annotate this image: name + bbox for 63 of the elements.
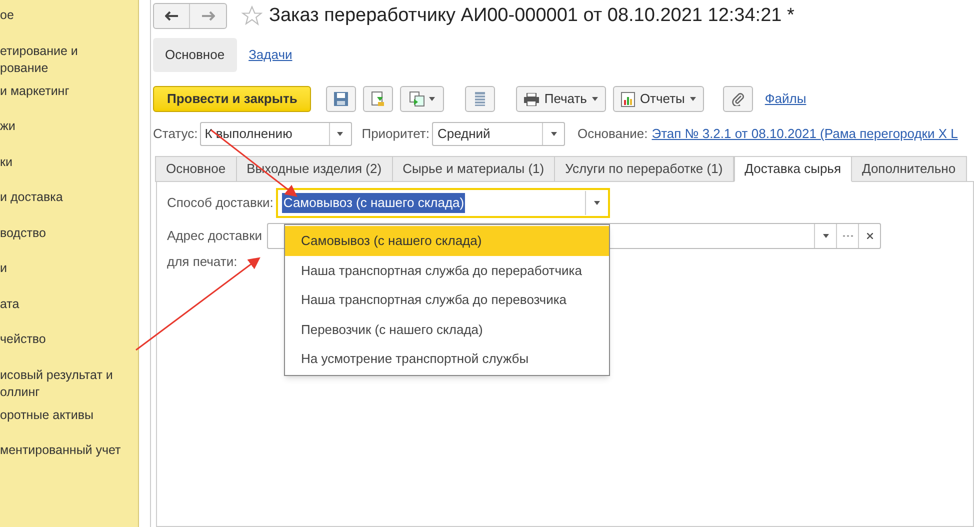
sidebar-item[interactable]: и доставка bbox=[0, 189, 63, 206]
sidebar-item[interactable]: етирование и рование bbox=[0, 42, 125, 76]
caret-icon bbox=[690, 97, 696, 101]
document-arrow-icon bbox=[370, 91, 386, 107]
sidebar-item[interactable]: и маркетинг bbox=[0, 82, 70, 100]
sidebar-item[interactable]: и bbox=[0, 260, 7, 277]
reports-button[interactable]: Отчеты bbox=[612, 86, 704, 112]
dropdown-option[interactable]: Наша транспортная служба до перевозчика bbox=[285, 285, 609, 314]
sidebar-item[interactable]: жи bbox=[0, 118, 16, 135]
status-field[interactable]: К выполнению bbox=[200, 122, 352, 146]
form-tab[interactable]: Основное bbox=[155, 156, 237, 182]
list-button[interactable] bbox=[465, 86, 496, 112]
sidebar-item[interactable]: ки bbox=[0, 154, 12, 170]
form-tab[interactable]: Дополнительно bbox=[851, 156, 967, 182]
attach-button[interactable] bbox=[722, 86, 753, 112]
sidebar-item[interactable]: ментированный учет bbox=[0, 442, 121, 459]
basis-link[interactable]: Этап № 3.2.1 от 08.10.2021 (Рама перегородки X L bbox=[652, 124, 958, 144]
field-label: Адрес доставки bbox=[167, 227, 262, 246]
form-tab[interactable]: Сырье и материалы (1) bbox=[392, 156, 556, 182]
list-icon bbox=[474, 91, 486, 107]
window-title: Заказ переработчику АИ00-000001 от 08.10.2021 12:34:21 * bbox=[269, 4, 794, 28]
field-label: Способ доставки: bbox=[167, 194, 274, 212]
delivery-method-field[interactable]: Самовывоз (с нашего склада) bbox=[276, 188, 610, 218]
post-button[interactable] bbox=[363, 86, 394, 112]
star-icon[interactable] bbox=[241, 5, 263, 27]
form-tab[interactable]: Услуги по переработке (1) bbox=[554, 156, 734, 182]
dropdown-option[interactable]: Наша транспортная служба до переработчика bbox=[285, 256, 609, 285]
left-arrow-icon bbox=[164, 11, 178, 21]
create-based-on-button[interactable] bbox=[400, 86, 444, 112]
sidebar-item[interactable]: исовый результат и оллинг bbox=[0, 366, 125, 400]
documents-icon bbox=[409, 91, 426, 107]
form-tab[interactable]: Доставка сырья bbox=[734, 156, 852, 182]
section-tab[interactable]: Основное bbox=[153, 38, 237, 72]
sidebar-item[interactable]: чейство bbox=[0, 331, 46, 348]
chart-report-icon bbox=[620, 92, 635, 106]
caret-icon bbox=[429, 97, 436, 101]
sidebar-item[interactable]: водство bbox=[0, 224, 46, 242]
caret-icon bbox=[594, 201, 600, 205]
print-button[interactable]: Печать bbox=[516, 86, 606, 112]
field-label: Приоритет: bbox=[362, 125, 430, 144]
printer-icon bbox=[524, 92, 540, 106]
field-label: Статус: bbox=[153, 125, 198, 144]
sidebar-item[interactable]: оротные активы bbox=[0, 406, 94, 424]
section-tab[interactable]: Задачи bbox=[236, 38, 304, 72]
field-label: Основание: bbox=[577, 125, 648, 144]
paperclip-icon bbox=[730, 92, 745, 106]
files-link[interactable]: Файлы bbox=[764, 89, 806, 109]
field-value: К выполнению bbox=[204, 125, 294, 144]
dropdown-option[interactable]: На усмотрение транспортной службы bbox=[285, 344, 609, 374]
caret-icon bbox=[550, 132, 557, 136]
dropdown-option[interactable]: Самовывоз (с нашего склада) bbox=[285, 226, 609, 256]
dropdown-option[interactable]: Перевозчик (с нашего склада) bbox=[285, 314, 609, 344]
sidebar-item[interactable]: ое bbox=[0, 7, 14, 24]
right-arrow-icon bbox=[201, 11, 215, 21]
save-button[interactable] bbox=[326, 86, 356, 112]
caret-icon bbox=[337, 132, 344, 136]
post-and-close-button[interactable]: Провести и закрыть bbox=[153, 86, 312, 112]
sidebar-item[interactable]: ата bbox=[0, 296, 20, 312]
clear-icon bbox=[866, 233, 873, 239]
field-label: для печати: bbox=[167, 253, 238, 271]
priority-field[interactable]: Средний bbox=[432, 122, 566, 146]
caret-icon bbox=[592, 97, 598, 101]
caret-icon bbox=[822, 234, 829, 238]
